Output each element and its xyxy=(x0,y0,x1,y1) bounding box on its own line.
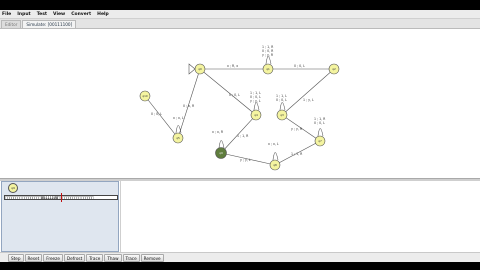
label-q9-q4: 1 ; 1, R xyxy=(237,134,249,138)
configuration-card[interactable]: q9 □□□□□□□□□□□□□□□□□00111100□□□□□□□□□□□□… xyxy=(1,181,119,252)
label-q5-q10: 0 ; 0, L xyxy=(151,112,162,116)
tape-head-caret xyxy=(61,193,62,202)
menu-file[interactable]: File xyxy=(2,12,11,17)
loop-q3 xyxy=(279,102,286,111)
label-q7-loop-1: 0 ; 0, L xyxy=(314,121,325,125)
loop-q4 xyxy=(253,102,260,111)
state-q4-label: q4 xyxy=(254,113,258,117)
trace-button[interactable]: Trace xyxy=(86,253,104,262)
label-q3-loop-1: 0 ; 0, L xyxy=(276,98,287,102)
loop-q9 xyxy=(218,140,225,149)
loop-q1 xyxy=(265,56,272,65)
remove-button[interactable]: Remove xyxy=(140,253,164,262)
label-q4-loop-2: y ; y, L xyxy=(250,99,261,103)
app-window: File Input Test View Convert Help Editor… xyxy=(0,10,480,262)
automaton-canvas[interactable]: x ; R, x 0 ; 0, L 1 ; 1, R 0 ; 0, R y ; … xyxy=(0,28,480,178)
loop-q7 xyxy=(317,128,324,137)
tab-simulate[interactable]: Simulate: [00111100] xyxy=(22,20,77,28)
configuration-state-icon: q9 xyxy=(8,183,18,193)
menu-help[interactable]: Help xyxy=(97,12,109,17)
trace-button-2[interactable]: Trace xyxy=(122,253,140,262)
state-q5-label: q5 xyxy=(176,136,180,140)
loop-q8 xyxy=(272,152,279,161)
state-q9-label: q9 xyxy=(219,151,223,155)
edge-q4-q0 xyxy=(199,68,257,116)
configurations-area xyxy=(120,181,479,252)
tab-editor[interactable]: Editor xyxy=(1,20,22,28)
tab-bar: Editor Simulate: [00111100] xyxy=(0,19,480,28)
menu-test[interactable]: Test xyxy=(37,12,47,17)
simulation-controls: Step Reset Freeze Defrost Trace Thaw Tra… xyxy=(0,252,480,262)
label-q1-loop-2: y ; y, R xyxy=(262,53,274,57)
label-q8-loop: x ; x, L xyxy=(268,142,279,146)
label-q0-q5: 0 ; x, R xyxy=(183,104,195,108)
reset-button[interactable]: Reset xyxy=(24,253,43,262)
menu-convert[interactable]: Convert xyxy=(71,12,91,17)
state-q3-label: q3 xyxy=(280,113,284,117)
state-diagram: x ; R, x 0 ; 0, L 1 ; 1, R 0 ; 0, R y ; … xyxy=(139,45,340,171)
simulation-panel: q9 □□□□□□□□□□□□□□□□□00111100□□□□□□□□□□□□… xyxy=(0,181,480,252)
edge-q2-q3 xyxy=(281,68,335,116)
step-button[interactable]: Step xyxy=(8,253,24,262)
state-q7-label: q7 xyxy=(318,139,322,143)
state-q2-label: q2 xyxy=(332,67,336,71)
state-q0-label: q0 xyxy=(198,67,202,71)
freeze-button[interactable]: Freeze xyxy=(43,253,63,262)
label-q8-q9: y ; y, L xyxy=(240,158,251,162)
state-q1-label: q1 xyxy=(266,67,270,71)
label-q1-q2: 0 ; 0, L xyxy=(294,64,305,68)
state-q8-label: q8 xyxy=(273,163,277,167)
label-q7-q8: 1 ; 1, R xyxy=(291,152,303,156)
menu-view[interactable]: View xyxy=(53,12,65,17)
label-q0-q1: x ; R, x xyxy=(227,64,238,68)
label-q9-loop: x ; x, R xyxy=(212,130,224,134)
label-q3-q7: y ; y, R xyxy=(291,127,303,131)
defrost-button[interactable]: Defrost xyxy=(63,253,86,262)
start-arrow-icon xyxy=(188,63,196,75)
label-q5-loop: x ; x, L xyxy=(173,116,184,120)
label-q2-q3: 1 ; y, L xyxy=(303,98,314,102)
label-q4-q0: 0 ; 0, L xyxy=(229,93,240,97)
menu-input[interactable]: Input xyxy=(17,12,30,17)
state-q10-label: q10 xyxy=(142,94,148,98)
thaw-button[interactable]: Thaw xyxy=(104,253,122,262)
menu-bar: File Input Test View Convert Help xyxy=(0,10,480,19)
